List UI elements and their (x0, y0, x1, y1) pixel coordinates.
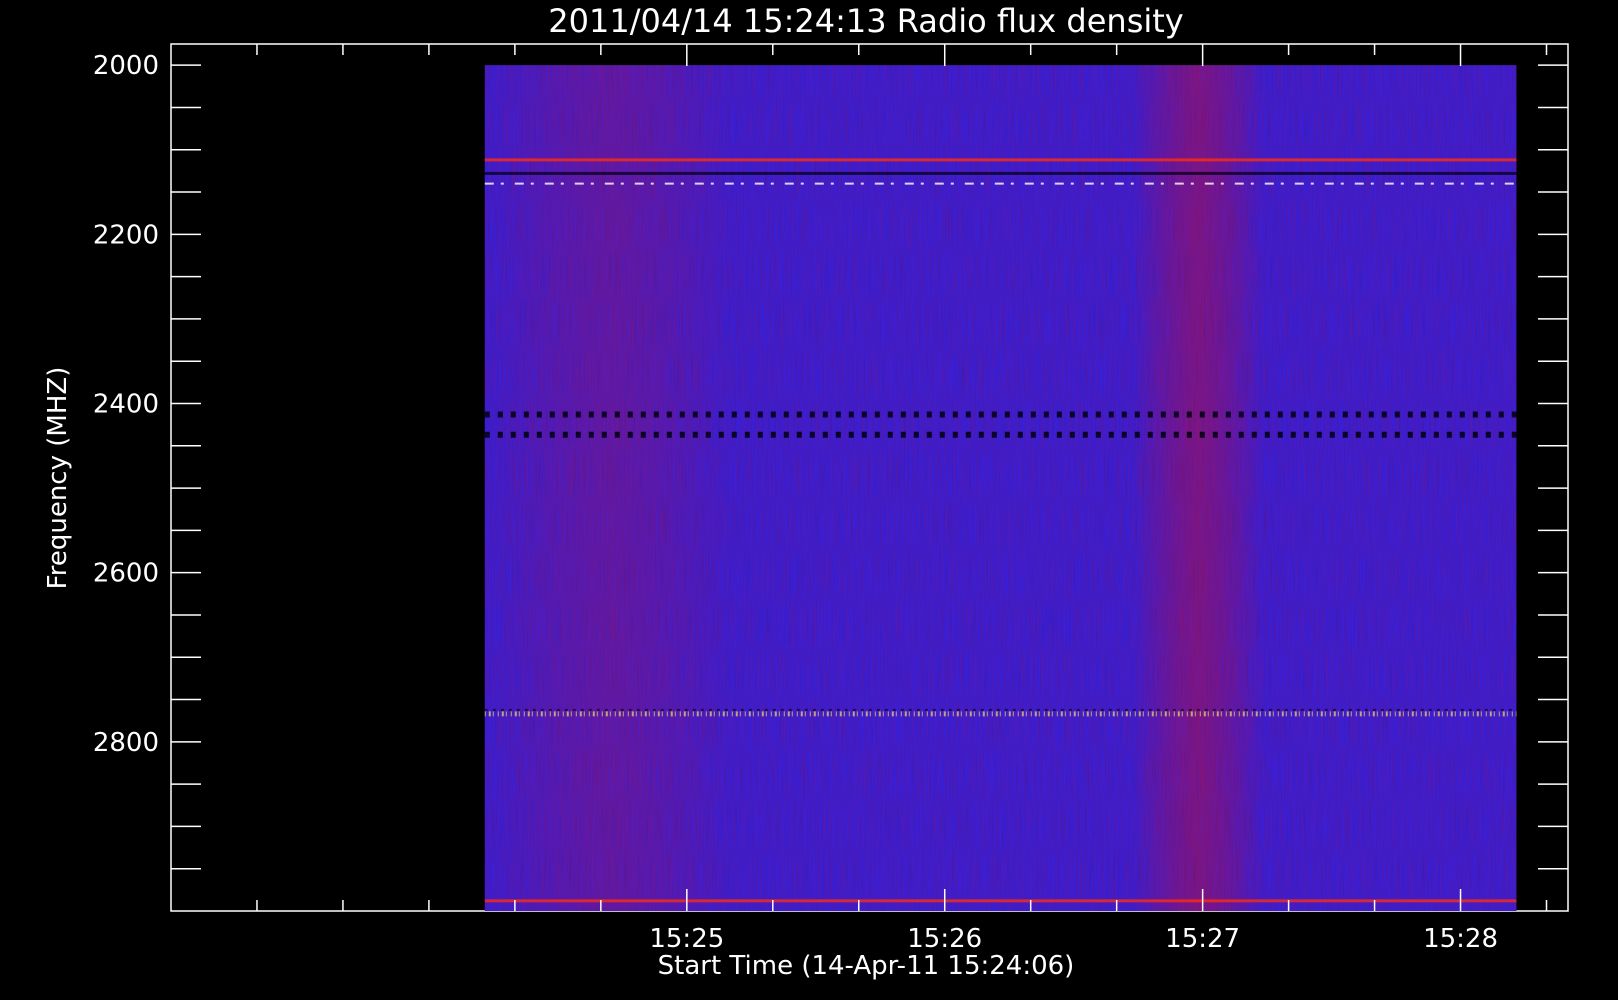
y-axis-label: Frequency (MHZ) (43, 367, 73, 590)
x-axis-label: Start Time (14-Apr-11 15:24:06) (658, 951, 1075, 981)
band-line (484, 171, 1517, 175)
x-tick-label: 15:26 (907, 924, 982, 954)
band-line (484, 899, 1517, 903)
y-tick-label: 2800 (93, 728, 159, 758)
y-tick-label: 2600 (93, 559, 159, 589)
spectrogram-chart: 2011/04/14 15:24:13 Radio flux density 2… (43, 2, 1569, 981)
y-tick-label: 2000 (93, 51, 159, 81)
band-line (484, 158, 1517, 162)
chart-title: 2011/04/14 15:24:13 Radio flux density (548, 2, 1183, 40)
heatmap-area (484, 65, 1517, 911)
x-tick-label: 15:28 (1423, 924, 1498, 954)
y-tick-label: 2200 (93, 220, 159, 250)
y-tick-label: 2400 (93, 389, 159, 419)
heatmap-noise (484, 65, 1517, 911)
x-tick-label: 15:25 (649, 924, 724, 954)
x-tick-label: 15:27 (1165, 924, 1240, 954)
